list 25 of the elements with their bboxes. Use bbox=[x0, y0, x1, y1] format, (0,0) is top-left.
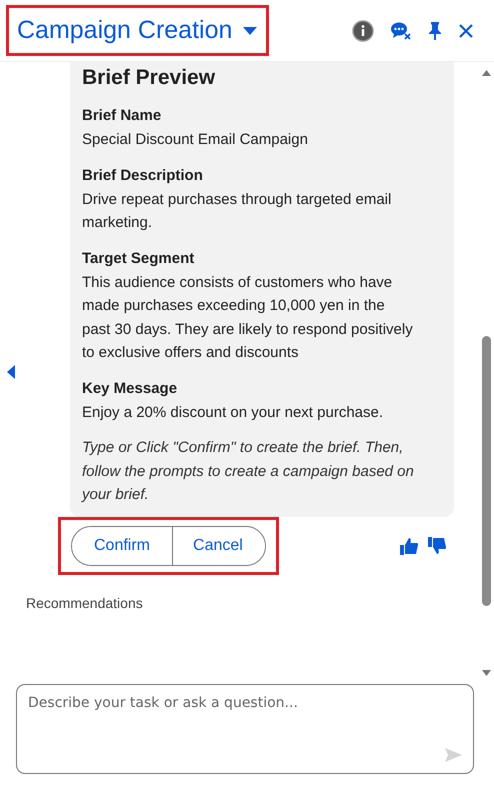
thumbs-down-icon[interactable] bbox=[428, 536, 446, 554]
chat-close-icon[interactable] bbox=[390, 20, 412, 40]
title-dropdown[interactable]: Campaign Creation bbox=[17, 12, 258, 49]
section-label: Key Message bbox=[82, 378, 178, 398]
section-text: This audience consists of customers who have made purchases exceeding 10,000 yen in the past 30 days. They are likely to respond positively to exclusive offers and discounts bbox=[82, 272, 414, 363]
recommendations-label: Recommendations bbox=[26, 594, 144, 610]
message-input[interactable]: Describe your task or ask a question... bbox=[16, 684, 474, 774]
section-label: Target Segment bbox=[82, 248, 196, 268]
left-arrow-icon[interactable] bbox=[7, 365, 15, 379]
thumbs-up-icon[interactable] bbox=[400, 536, 418, 554]
section-text: Drive repeat purchases through targeted email marketing. bbox=[82, 190, 392, 233]
instruction-text: Type or Click "Confirm" to create the brief. Then, follow the prompts to create a campaign based on your brief. bbox=[82, 438, 414, 505]
scroll-up-icon[interactable] bbox=[482, 70, 490, 76]
info-icon[interactable] bbox=[352, 20, 374, 42]
caret-icon bbox=[242, 26, 258, 36]
section-label: Brief Name bbox=[82, 106, 162, 126]
section-text: Special Discount Email Campaign bbox=[82, 130, 309, 150]
pin-icon[interactable] bbox=[428, 20, 442, 40]
section-text: Enjoy a 20% discount on your next purchase. bbox=[82, 402, 384, 422]
close-icon[interactable] bbox=[458, 22, 474, 38]
card-title: Brief Preview bbox=[82, 65, 216, 91]
scrollbar-thumb[interactable] bbox=[482, 336, 490, 606]
scroll-down-icon[interactable] bbox=[482, 670, 490, 676]
section-label: Brief Description bbox=[82, 166, 204, 186]
cancel-button[interactable]: Cancel bbox=[172, 526, 265, 564]
